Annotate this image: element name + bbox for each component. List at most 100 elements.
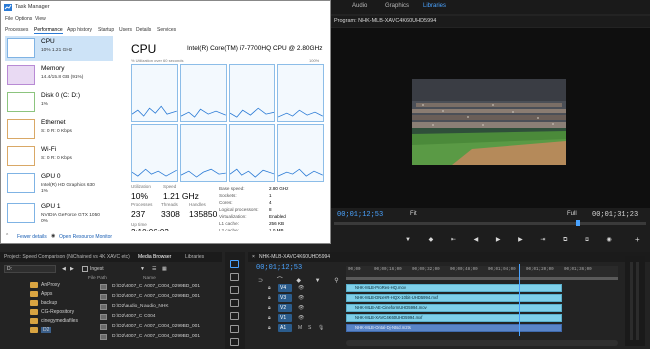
tab-startup[interactable]: Startup [98, 27, 114, 33]
timeline-clip[interactable]: NHK-MLB-XAVC4K60UHD5994.mxf [346, 314, 562, 322]
timeline-scrollbar[interactable] [346, 340, 618, 346]
file-path[interactable]: D:\D2\4007_C [112, 284, 142, 289]
tab-performance[interactable]: Performance [34, 27, 63, 34]
menu-view[interactable]: View [35, 16, 46, 22]
file-path[interactable]: D:\D2\4007_C [112, 334, 142, 339]
eye-icon[interactable]: 👁︎ [298, 315, 304, 321]
nav-forward-icon[interactable]: ▶ [70, 266, 74, 272]
timeline-timecode[interactable]: 00;01;12;53 [256, 264, 302, 272]
col-filepath[interactable]: File Path [88, 276, 107, 281]
sidebar-item-ethernet[interactable]: Ethernet S: 0 R: 0 Kbps [5, 117, 113, 142]
tab-services[interactable]: Services [157, 27, 176, 33]
tab-media-browser[interactable]: Media Browser [138, 254, 171, 260]
playhead-marker[interactable] [576, 220, 580, 226]
tab-details[interactable]: Details [136, 27, 151, 33]
workspace-graphics[interactable]: Graphics [385, 3, 409, 9]
track-target[interactable]: V3 [278, 294, 292, 302]
grid-view-icon[interactable]: ▦ [162, 266, 167, 272]
workspace-audio[interactable]: Audio [352, 3, 367, 9]
program-timecode[interactable]: 00;01;12;53 [337, 211, 383, 219]
fewer-details-link[interactable]: Fewer details [17, 234, 47, 240]
tab-processes[interactable]: Processes [5, 27, 28, 33]
eye-icon[interactable]: 👁︎ [298, 285, 304, 291]
file-name[interactable]: audio_NHK [144, 304, 169, 309]
timeline-clip[interactable]: NHK-MLB-DNxHR-HQX-10bit-UHD5994.mxf [346, 294, 562, 302]
pen-tool-icon[interactable] [230, 325, 239, 333]
list-view-icon[interactable]: ☰ [152, 266, 156, 272]
timeline-clip[interactable]: NHK-MLB-AE-CineformUHD5994.mov [346, 304, 562, 312]
work-area-bar[interactable] [346, 277, 618, 280]
tab-users[interactable]: Users [119, 27, 132, 33]
sidebar-item-cpu[interactable]: CPU 10% 1.21 GHz [5, 36, 113, 61]
folder-item[interactable]: CG-Repository [41, 309, 74, 315]
file-name[interactable]: A007_C004_0299BD_001 [144, 284, 200, 289]
file-path[interactable]: D:\D2\4007_C [112, 324, 142, 329]
hand-tool-icon[interactable] [230, 338, 239, 346]
menu-options[interactable]: Options [15, 16, 32, 22]
ingest-checkbox[interactable] [82, 266, 88, 272]
selection-tool-icon[interactable] [230, 260, 239, 268]
track-header-v2[interactable]: 🔒︎ V2 👁︎ [250, 304, 345, 313]
folder-item[interactable]: cinegymediafiles [41, 318, 78, 324]
sidebar-item-gpu1[interactable]: GPU 1 NVIDIA GeForce GTX 1050 0% [5, 201, 113, 229]
program-monitor-tab[interactable]: Program: NHK-MLB-XAVC4K60UHD5994 [334, 18, 436, 24]
drive-select[interactable]: D: [4, 265, 56, 273]
add-button-icon[interactable]: + [635, 235, 640, 244]
razor-tool-icon[interactable] [230, 299, 239, 307]
file-path[interactable]: D:\D2\audio_N [112, 304, 143, 309]
timeline-playhead[interactable] [519, 264, 520, 336]
solo-button[interactable]: S [308, 325, 311, 331]
lock-icon[interactable]: 🔒︎ [268, 325, 271, 331]
track-header-a1[interactable]: 🔒︎ A1 M S 🎙︎ [250, 324, 345, 333]
file-name[interactable]: A007_C004_0299BD_001 [144, 334, 200, 339]
folder-item[interactable]: backup [41, 300, 57, 306]
timeline-clip[interactable]: NHK-MLB-ProRes-HQ.mov [346, 284, 562, 292]
lock-icon[interactable]: 🔒︎ [268, 285, 271, 291]
track-target[interactable]: A1 [278, 324, 292, 332]
close-icon[interactable]: × [252, 254, 255, 260]
sidebar-item-disk[interactable]: Disk 0 (C: D:) 1% [5, 90, 113, 115]
lock-icon[interactable]: 🔒︎ [268, 315, 271, 321]
nav-back-icon[interactable]: ◀ [62, 266, 66, 272]
file-path[interactable]: D:\D2\4007_C [112, 294, 142, 299]
folder-item-selected[interactable]: D2 [41, 327, 52, 333]
timeline-tool-icons[interactable]: ⊃ ⌒ ◆ ▼ ⚲ [258, 275, 345, 284]
sidebar-item-gpu0[interactable]: GPU 0 Intel(R) HD Graphics 630 1% [5, 171, 113, 199]
track-header-v3[interactable]: 🔒︎ V3 👁︎ [250, 294, 345, 303]
folder-item[interactable]: Apps [41, 291, 52, 297]
sidebar-item-memory[interactable]: Memory 14.4/15.8 GB (91%) [5, 63, 113, 88]
track-target[interactable]: V1 [278, 314, 292, 322]
menu-file[interactable]: File [5, 16, 13, 22]
track-header-v1[interactable]: 🔒︎ V1 👁︎ [250, 314, 345, 323]
transport-controls[interactable]: ▼ ◆ ⇤ ◀ ▶ ▶ ⇥ ⧉ ⧈ ◉ [405, 236, 620, 244]
lock-icon[interactable]: 🔒︎ [268, 305, 271, 311]
col-name[interactable]: Name [143, 276, 156, 281]
track-header-v4[interactable]: 🔒︎ V4 👁︎ [250, 284, 345, 293]
ripple-edit-tool-icon[interactable] [230, 286, 239, 294]
track-target[interactable]: V2 [278, 304, 292, 312]
microphone-icon[interactable]: 🎙︎ [318, 325, 324, 331]
file-name[interactable]: A007_C004_0299BD_001 [144, 324, 200, 329]
lock-icon[interactable]: 🔒︎ [268, 295, 271, 301]
track-select-tool-icon[interactable] [230, 273, 239, 281]
playback-scrubber[interactable] [334, 222, 646, 225]
folder-item[interactable]: AnProxy [41, 282, 60, 288]
file-name[interactable]: C004 [144, 314, 155, 319]
filter-icon[interactable]: ▼ [140, 266, 145, 272]
timeline-audio-clip[interactable]: NHK-MLB-Ontal-Dj-Ntsd.m2ts [346, 324, 562, 332]
open-resource-monitor-link[interactable]: Open Resource Monitor [59, 234, 112, 240]
file-path[interactable]: D:\D2\4007_C [112, 314, 142, 319]
eye-icon[interactable]: 👁︎ [298, 295, 304, 301]
tab-app-history[interactable]: App history [67, 27, 92, 33]
slip-tool-icon[interactable] [230, 312, 239, 320]
sidebar-item-wifi[interactable]: Wi-Fi S: 0 R: 0 Kbps [5, 144, 113, 169]
mute-button[interactable]: M [298, 325, 302, 331]
track-target[interactable]: V4 [278, 284, 292, 292]
timeline-tab[interactable]: NHK-MLB-XAVC4K60UHD5994 [259, 254, 330, 260]
chevron-up-icon[interactable]: ⌃ [5, 233, 9, 239]
tab-libraries[interactable]: Libraries [185, 254, 204, 260]
eye-icon[interactable]: 👁︎ [298, 305, 304, 311]
tab-project[interactable]: Project: Speed Comparison (NiChained vs … [4, 254, 130, 260]
file-name[interactable]: A007_C004_0299BD_001 [144, 294, 200, 299]
workspace-libraries[interactable]: Libraries [423, 3, 446, 9]
